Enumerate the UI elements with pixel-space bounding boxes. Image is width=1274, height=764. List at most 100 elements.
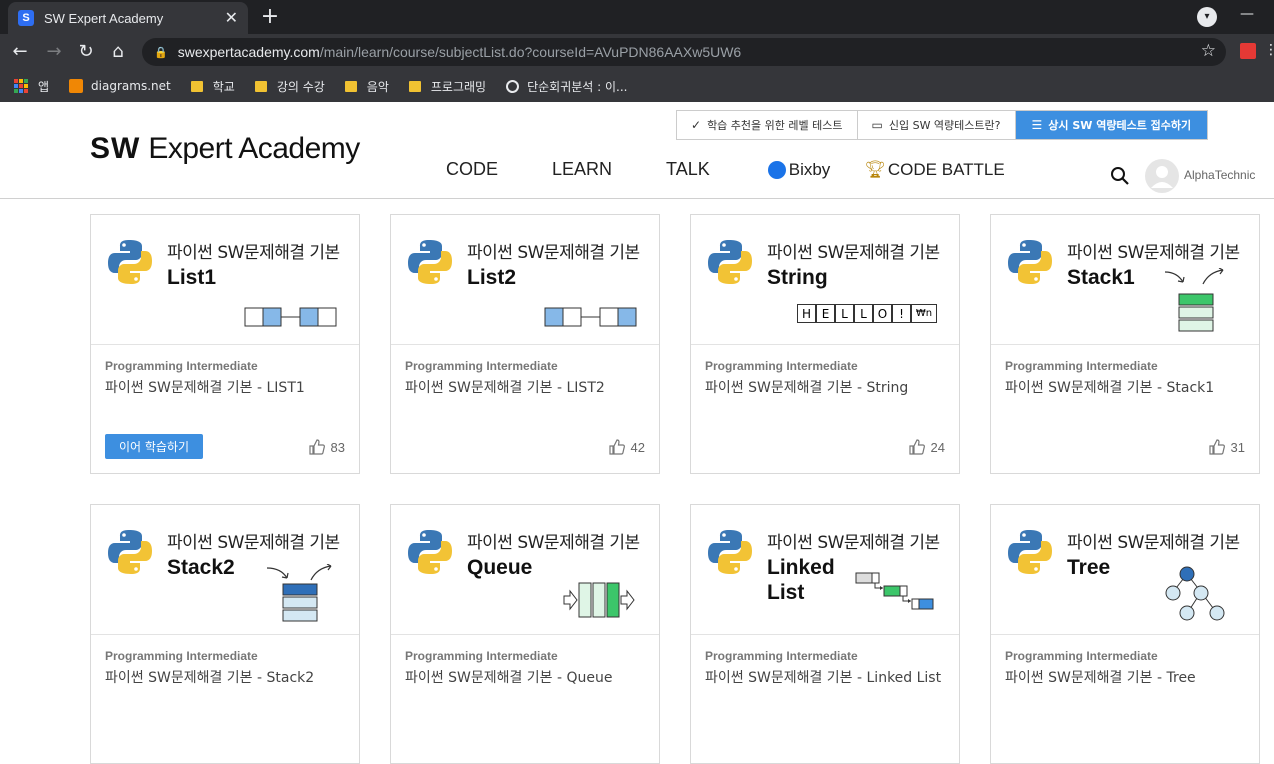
browser-tab-bar: S SW Expert Academy ✕ + ▾ — [0,0,1274,34]
card-name: Tree [1067,556,1111,579]
likes[interactable]: 24 [908,439,945,455]
card-banner: 파이썬 SW문제해결 기본 List2 [391,215,659,345]
bookmark-label: 앱 [38,79,50,94]
site-logo[interactable]: SW Expert Academy [90,132,360,166]
resume-learning-button[interactable]: 이어 학습하기 [105,434,204,459]
nav-code-battle-label: CODE BATTLE [887,159,1005,179]
extension-icon[interactable] [1240,43,1256,59]
card-info: Programming Intermediate 파이썬 SW문제해결 기본 -… [91,345,359,473]
nav-code[interactable]: CODE [446,159,498,180]
string-cells-illustration: H E L L O ! ₩n [797,304,937,323]
apply-test-label: 상시 SW 역량테스트 접수하기 [1048,119,1192,132]
bookmark-apps[interactable]: 앱 [14,78,49,95]
folder-icon [408,80,421,92]
thumbs-up-icon [308,439,325,455]
card-info: Programming Intermediate 파이썬 SW문제해결 기본 -… [691,345,959,473]
course-card-stack1[interactable]: 파이썬 SW문제해결 기본 Stack1 Programming Interme… [990,214,1260,474]
course-card-queue[interactable]: 파이썬 SW문제해결 기본 Queue Programming Intermed… [390,504,660,764]
likes-count: 42 [630,439,645,455]
search-icon[interactable] [1110,166,1130,186]
course-card-tree[interactable]: 파이썬 SW문제해결 기본 Tree Programming Intermedi… [990,504,1260,764]
nav-learn[interactable]: LEARN [552,159,612,180]
new-tab-button[interactable]: + [258,5,282,29]
string-cell: H [797,304,816,323]
home-icon[interactable]: ⌂ [106,40,130,64]
close-tab-icon[interactable]: ✕ [225,8,238,28]
bookmark-star-icon[interactable]: ☆ [1201,41,1216,61]
card-subtitle: 파이썬 SW문제해결 기본 [1067,533,1240,553]
bookmark-folder-music[interactable]: 음악 [344,78,389,95]
stack-push-illustration [1164,268,1224,332]
python-logo-icon [1008,240,1052,284]
bookmark-folder-lectures[interactable]: 강의 수강 [254,78,325,95]
card-title: 파이썬 SW문제해결 기본 - LIST2 [405,380,605,396]
string-cell: L [854,304,873,323]
likes-count: 31 [1230,439,1245,455]
username[interactable]: AlphaTechnic [1184,168,1255,182]
new-sw-test-link[interactable]: ▭ 신입 SW 역량테스트란? [856,111,1015,139]
card-title: 파이썬 SW문제해결 기본 - Stack2 [105,670,315,686]
string-cell: E [816,304,835,323]
nav-talk[interactable]: TALK [666,159,710,180]
nav-bixby[interactable]: Bixby [767,159,831,180]
bookmark-regression[interactable]: 단순회귀분석 : 이... [506,78,628,95]
thumbs-up-icon [1208,439,1225,455]
likes[interactable]: 42 [608,439,645,455]
card-banner: 파이썬 SW문제해결 기본 Linked List [691,505,959,635]
bookmark-label: diagrams.net [91,79,171,93]
python-logo-icon [708,530,752,574]
profile-menu-icon[interactable]: ▾ [1197,7,1217,27]
minimize-window-button[interactable]: — [1240,6,1254,22]
apps-grid-icon [14,79,28,93]
python-logo-icon [408,530,452,574]
likes-count: 24 [930,439,945,455]
python-logo-icon [708,240,752,284]
card-level: Programming Intermediate [1005,359,1158,373]
apply-test-button[interactable]: ☰ 상시 SW 역량테스트 접수하기 [1014,111,1208,139]
card-info: Programming Intermediate 파이썬 SW문제해결 기본 -… [91,635,359,763]
card-name: String [767,266,828,289]
nav-bixby-label: Bixby [788,159,831,179]
forward-arrow-icon[interactable]: → [42,40,66,64]
card-title: 파이썬 SW문제해결 기본 - Queue [405,670,613,686]
card-banner: 파이썬 SW문제해결 기본 Stack2 [91,505,359,635]
course-card-list2[interactable]: 파이썬 SW문제해결 기본 List2 Programming Intermed… [390,214,660,474]
bookmark-diagrams[interactable]: diagrams.net [69,79,171,93]
likes[interactable]: 31 [1208,439,1245,455]
bookmark-folder-school[interactable]: 학교 [190,78,235,95]
course-card-stack2[interactable]: 파이썬 SW문제해결 기본 Stack2 Programming Interme… [90,504,360,764]
list-icon: ☰ [1031,118,1043,132]
course-card-linked-list[interactable]: 파이썬 SW문제해결 기본 Linked List Programming In… [690,504,960,764]
avatar[interactable] [1145,159,1179,193]
logo-bold: SW [90,132,141,165]
back-arrow-icon[interactable]: ← [8,40,32,64]
card-info: Programming Intermediate 파이썬 SW문제해결 기본 -… [991,345,1259,473]
bookmark-folder-programming[interactable]: 프로그래밍 [408,78,487,95]
card-subtitle: 파이썬 SW문제해결 기본 [167,243,340,263]
likes[interactable]: 83 [308,439,345,455]
level-test-label: 학습 추천을 위한 레벨 테스트 [707,119,843,132]
python-logo-icon [108,240,152,284]
tree-illustration [1165,566,1225,621]
address-bar[interactable]: 🔒 swexpertacademy.com/main/learn/course/… [142,38,1226,66]
card-level: Programming Intermediate [105,359,258,373]
drawio-icon [69,79,84,93]
card-banner: 파이썬 SW문제해결 기본 String H E L L O ! ₩n [691,215,959,345]
site-favicon-icon: S [18,10,34,26]
card-subtitle: 파이썬 SW문제해결 기본 [467,243,640,263]
course-card-list1[interactable]: 파이썬 SW문제해결 기본 List1 Programming Intermed… [90,214,360,474]
nav-code-battle[interactable]: 🏆︎ CODE BATTLE [864,160,1004,180]
card-level: Programming Intermediate [105,649,258,663]
level-test-link[interactable]: ✓ 학습 추천을 위한 레벨 테스트 [677,111,857,139]
card-level: Programming Intermediate [1005,649,1158,663]
reload-icon[interactable]: ↻ [74,40,98,64]
linked-cells-illustration [544,307,637,327]
browser-tab[interactable]: S SW Expert Academy ✕ [8,2,248,34]
bookmark-label: 프로그래밍 [430,79,487,94]
browser-menu-icon[interactable]: ⋮ [1264,42,1274,58]
bookmarks-bar: 앱 diagrams.net 학교 강의 수강 음악 프로그래밍 단순회귀분석 … [0,70,1274,102]
card-info: Programming Intermediate 파이썬 SW문제해결 기본 -… [991,635,1259,763]
course-card-string[interactable]: 파이썬 SW문제해결 기본 String H E L L O ! ₩n Prog… [690,214,960,474]
top-links: ✓ 학습 추천을 위한 레벨 테스트 ▭ 신입 SW 역량테스트란? ☰ 상시 … [676,110,1209,140]
card-banner: 파이썬 SW문제해결 기본 Queue [391,505,659,635]
